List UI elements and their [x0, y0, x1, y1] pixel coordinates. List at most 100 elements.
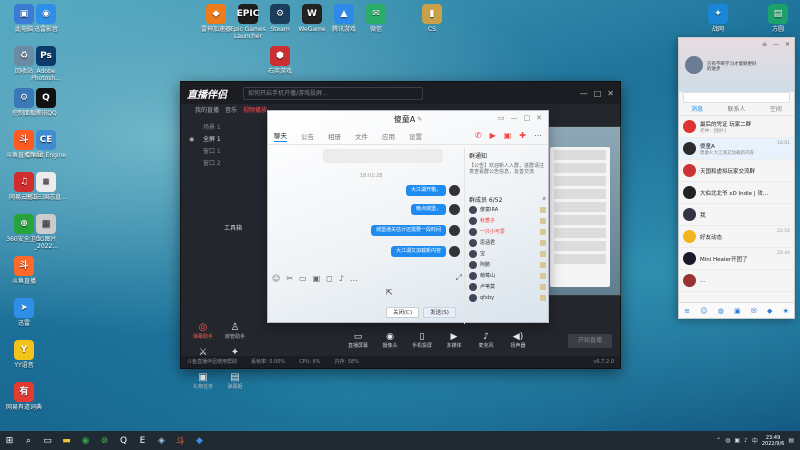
member-item[interactable]: 萌莓山	[469, 270, 546, 281]
qq-footer-icon[interactable]: ≡	[684, 307, 690, 315]
conversation-item[interactable]: Mini Healer开团了 22:44	[679, 248, 794, 270]
conversation-item[interactable]: 好友动态 22:54	[679, 226, 794, 248]
phone-icon[interactable]: ✆	[475, 131, 482, 140]
input-tool-icon[interactable]: ♪	[339, 274, 344, 283]
input-tool-icon[interactable]: ▭	[299, 274, 307, 283]
conversation-item[interactable]: 天国和虚拟玩家交流群	[679, 160, 794, 182]
close-icon[interactable]: ✕	[607, 89, 614, 98]
qq-footer-icon[interactable]: ◍	[718, 307, 724, 315]
avatar[interactable]	[685, 56, 703, 74]
member-item[interactable]: 思涵君	[469, 237, 546, 248]
task-view-icon[interactable]: ▭	[38, 431, 57, 450]
conversation-item[interactable]: 我	[679, 204, 794, 226]
tab-0[interactable]: 我的直播	[195, 104, 219, 118]
menu-icon[interactable]: ≡	[762, 41, 767, 48]
qq-icon[interactable]: Q	[114, 431, 133, 450]
desktop-icon[interactable]: ⬢ 石英游戏	[258, 46, 302, 75]
desktop-icon[interactable]: ✉ 微信	[354, 4, 398, 33]
tray-icon[interactable]: ♪	[744, 437, 748, 444]
tray-icon[interactable]: ▣	[734, 437, 740, 444]
input-tool-icon[interactable]: …	[350, 274, 358, 283]
control-1[interactable]: ◉ 摄像头	[379, 332, 401, 349]
member-search-icon[interactable]: ⌕	[543, 195, 546, 204]
send-button[interactable]: 发送(S)	[423, 307, 456, 318]
chat-tab-5[interactable]: 设置	[409, 131, 422, 141]
input-tool-icon[interactable]: ▣	[313, 274, 321, 283]
tray-icon[interactable]: ◍	[725, 437, 730, 444]
qq-footer-icon[interactable]: ◆	[767, 307, 772, 315]
edit-icon[interactable]: ✎	[417, 116, 422, 123]
desktop-icon[interactable]: ▮ CS	[410, 4, 454, 33]
conversation-item[interactable]: ...	[679, 270, 794, 292]
minimize-icon[interactable]: —	[580, 89, 588, 98]
scene-item[interactable]: 场景 1	[187, 122, 267, 134]
desktop-icon[interactable]: ✦ 战网	[696, 4, 740, 33]
tool-1[interactable]: ♙ 房管助手	[219, 322, 251, 340]
minimize-icon[interactable]: —	[773, 41, 779, 48]
desktop-icon[interactable]: ◉ 迅雷影音	[24, 4, 68, 33]
tool-5[interactable]: ▤ 弹幕姬	[219, 372, 251, 390]
clock[interactable]: 23:49 2022/9/6	[762, 435, 784, 447]
scene-item[interactable]: 窗口 1	[187, 146, 267, 158]
chat-tab-2[interactable]: 相册	[328, 131, 341, 141]
control-3[interactable]: ▶ 多媒体	[443, 332, 465, 349]
member-item[interactable]: 一只小可爱	[469, 226, 546, 237]
control-0[interactable]: ▭ 直播屏幕	[347, 332, 369, 349]
tool-0[interactable]: ◎ 弹幕助手	[187, 322, 219, 340]
input-tool-icon[interactable]: ☺	[272, 274, 280, 283]
screen-share-icon[interactable]: ▣	[504, 131, 512, 140]
start-live-button[interactable]: 开始直播	[568, 334, 612, 348]
pin-icon[interactable]: ▭	[498, 114, 505, 122]
stream-notice-link[interactable]: 如何开启手机开播/游戏投屏...	[243, 86, 423, 100]
desktop-icon[interactable]: Ps Adobe Photosh...	[24, 46, 68, 82]
conversation-item[interactable]: 傻童A 傻童A:大江湖又加载新内容 18:01	[679, 138, 794, 160]
status-item[interactable]: 斗鱼直播伴侣使用帮助	[187, 356, 237, 368]
search-icon[interactable]: ⌕	[19, 431, 38, 450]
chrome-icon[interactable]: ◉	[76, 431, 95, 450]
qq-tab-1[interactable]: 联系人	[727, 103, 745, 115]
chat-tab-3[interactable]: 文件	[355, 131, 368, 141]
desktop-icon[interactable]: Q 腾讯QQ	[24, 88, 68, 117]
scene-item[interactable]: 全屏 1	[187, 134, 267, 146]
qq-footer-icon[interactable]: ☺	[700, 307, 707, 315]
companion-icon[interactable]: ◆	[190, 431, 209, 450]
tray-icon[interactable]: 中	[752, 436, 758, 445]
message-avatar[interactable]	[449, 246, 460, 257]
close-button[interactable]: 关闭(C)	[386, 307, 420, 318]
tray-icon[interactable]: ⌃	[716, 437, 721, 444]
qq-signature[interactable]: 只有不断学习才能够更好的进步	[707, 62, 757, 72]
add-member-icon[interactable]: ✚	[519, 131, 526, 140]
minimize-icon[interactable]: —	[511, 114, 518, 122]
tool-4[interactable]: ▣ 礼物任务	[187, 372, 219, 390]
desktop-icon[interactable]: ▤ 方圆	[756, 4, 800, 33]
tab-1[interactable]: 音乐	[225, 104, 237, 118]
chat-tab-0[interactable]: 聊天	[274, 130, 287, 142]
input-tool-icon[interactable]: ◻	[326, 274, 333, 283]
desktop-icon[interactable]: ≡ 长江三国志直...	[24, 172, 68, 201]
member-item[interactable]: 秋葱子	[469, 215, 546, 226]
scene-item[interactable]: 窗口 2	[187, 158, 267, 170]
member-item[interactable]: 宝	[469, 248, 546, 259]
douyu-icon[interactable]: 斗	[171, 431, 190, 450]
more-icon[interactable]: ⋯	[534, 131, 542, 140]
epic-icon[interactable]: E	[133, 431, 152, 450]
desktop-icon[interactable]: 有网易有道词典	[2, 382, 46, 411]
desktop-icon[interactable]: 斗斗鱼直播	[2, 256, 46, 285]
maximize-icon[interactable]: □	[594, 89, 602, 98]
notification-icon[interactable]: ▤	[788, 437, 794, 444]
explorer-icon[interactable]: ▬	[57, 431, 76, 450]
member-item[interactable]: qfxby	[469, 292, 546, 303]
chat-tab-1[interactable]: 公告	[301, 131, 314, 141]
message-avatar[interactable]	[449, 225, 460, 236]
expand-icon[interactable]: ⤢	[456, 273, 462, 283]
member-item[interactable]: 卢苇莫	[469, 281, 546, 292]
chat-tab-4[interactable]: 应用	[382, 131, 395, 141]
control-4[interactable]: ♪ 麦克风	[475, 332, 497, 349]
conversation-item[interactable]: 大伯北北爷 xD Indie | 攻...	[679, 182, 794, 204]
xbox-icon[interactable]: ⊗	[95, 431, 114, 450]
message-avatar[interactable]	[449, 185, 460, 196]
qq-tab-2[interactable]: 空间	[770, 103, 782, 115]
member-item[interactable]: 阿鹏	[469, 259, 546, 270]
start-icon[interactable]: ⊞	[0, 431, 19, 450]
qq-footer-icon[interactable]: ★	[783, 307, 789, 315]
